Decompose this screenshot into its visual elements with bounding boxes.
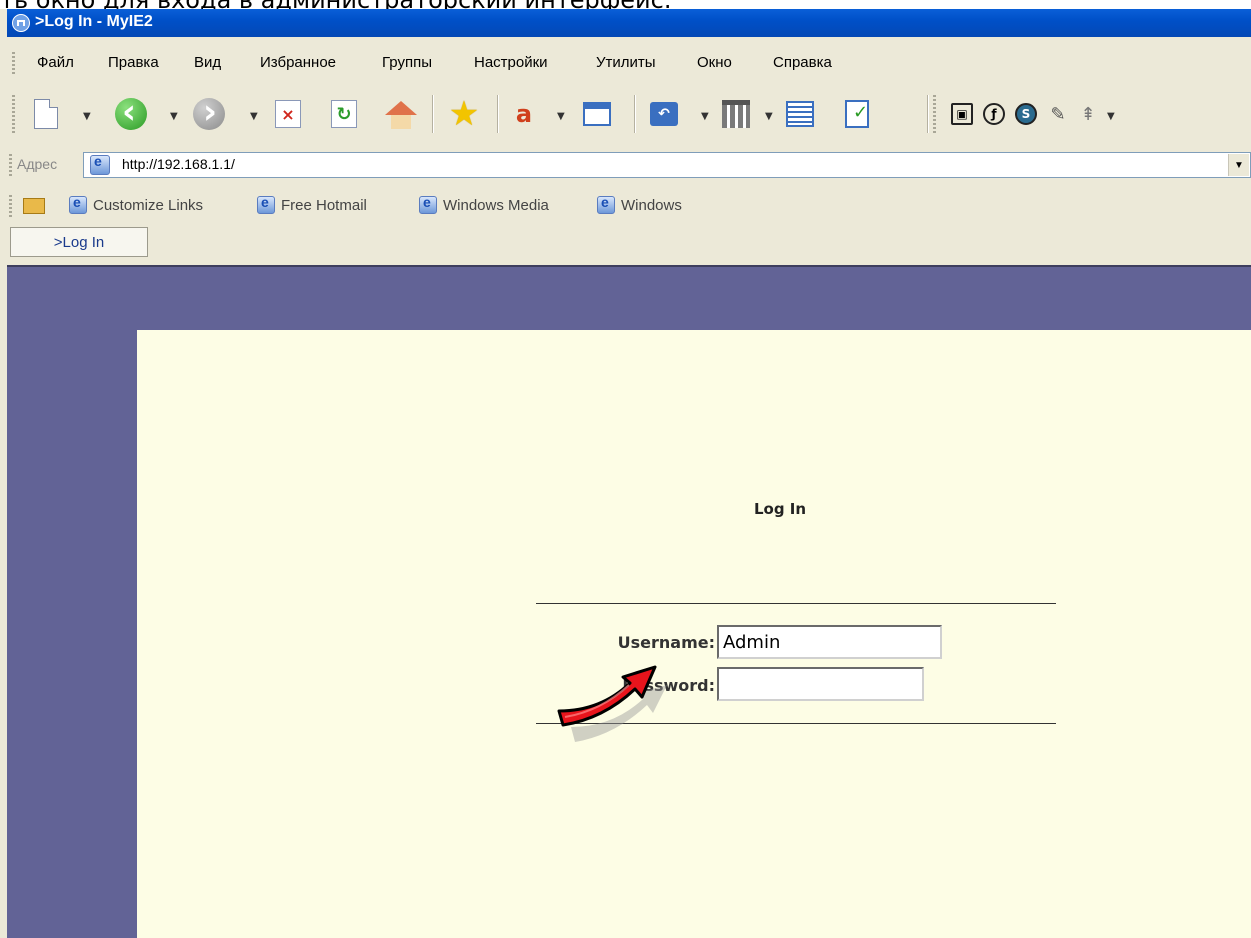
toolbar-separator (634, 95, 636, 133)
address-input[interactable]: http://192.168.1.1/ ▼ (83, 152, 1251, 178)
home-button[interactable] (384, 97, 418, 131)
list-button[interactable] (783, 97, 817, 131)
toolbar-separator (927, 95, 929, 133)
link-windows[interactable]: Windows (597, 194, 682, 214)
collapse-icon: ⇞ (1080, 103, 1096, 125)
chevron-down-icon: ▼ (1234, 159, 1244, 171)
tab-login[interactable]: >Log In (10, 227, 148, 257)
folder-icon[interactable] (23, 198, 45, 214)
menu-settings[interactable]: Настройки (474, 54, 548, 71)
collapse-button[interactable]: ⇞ (1071, 97, 1105, 131)
menu-edit[interactable]: Правка (108, 54, 159, 71)
menu-utilities[interactable]: Утилиты (596, 54, 656, 71)
screenshot-button[interactable]: ▣ (945, 97, 979, 131)
favorites-button[interactable]: ★ (447, 97, 481, 131)
ie-link-icon (597, 194, 615, 214)
address-dropdown-button[interactable]: ▼ (1228, 154, 1249, 176)
favorites-star-icon: ★ (448, 94, 480, 134)
menu-favorites[interactable]: Избранное (260, 54, 336, 71)
ie-link-icon (257, 194, 275, 214)
stop-button[interactable]: × (271, 97, 305, 131)
link-label: Free Hotmail (281, 196, 367, 214)
shockwave-icon: S (1015, 103, 1037, 125)
back-icon (115, 92, 147, 132)
links-grip-handle[interactable] (9, 195, 12, 217)
title-bar[interactable]: >Log In - MyIE2 (7, 9, 1251, 37)
address-value[interactable]: http://192.168.1.1/ (122, 156, 235, 172)
undo-close-icon: ↶ (650, 102, 678, 126)
ie-link-icon (69, 194, 87, 214)
tab-bar: >Log In (7, 227, 1251, 265)
address-bar: Адрес http://192.168.1.1/ ▼ (7, 149, 1251, 181)
toolbar2-grip-handle[interactable] (933, 95, 936, 133)
tools-dropdown-icon[interactable]: ▼ (765, 111, 773, 122)
toolbar-separator (497, 95, 499, 133)
undo-close-button[interactable]: ↶ (647, 97, 681, 131)
link-label: Windows Media (443, 196, 549, 214)
page-ie-icon (90, 153, 110, 175)
toolbar-separator (432, 95, 434, 133)
red-pointer-arrow-icon (557, 665, 667, 742)
browser-window: >Log In - MyIE2 Файл Правка Вид Избранно… (0, 9, 1251, 938)
new-page-icon (34, 99, 58, 129)
refresh-icon: ↻ (331, 100, 357, 128)
window-title: >Log In - MyIE2 (35, 13, 153, 30)
password-input[interactable] (717, 667, 924, 701)
font-size-icon: a (515, 100, 533, 128)
top-divider (536, 603, 1056, 604)
menu-file[interactable]: Файл (37, 54, 74, 71)
font-size-dropdown-icon[interactable]: ▼ (557, 111, 565, 122)
link-free-hotmail[interactable]: Free Hotmail (257, 194, 367, 214)
link-button[interactable]: ✎ (1041, 97, 1075, 131)
new-page-button[interactable] (29, 97, 63, 131)
page-content: Log In Username: Password: (7, 265, 1251, 938)
list-icon (786, 101, 814, 127)
menu-help[interactable]: Справка (773, 54, 832, 71)
links-bar: Customize Links Free Hotmail Windows Med… (7, 189, 1251, 223)
new-window-button[interactable] (580, 97, 614, 131)
link-label: Windows (621, 196, 682, 214)
screenshot-icon: ▣ (951, 103, 973, 125)
username-input[interactable] (717, 625, 942, 659)
undo-dropdown-icon[interactable]: ▼ (701, 111, 709, 122)
new-window-icon (583, 102, 611, 126)
tools-icon (722, 100, 750, 128)
back-dropdown-icon[interactable]: ▼ (170, 111, 178, 122)
forward-dropdown-icon[interactable]: ▼ (250, 111, 258, 122)
toolbar-grip-handle[interactable] (12, 95, 15, 133)
stop-icon: × (275, 100, 301, 128)
refresh-button[interactable]: ↻ (327, 97, 361, 131)
font-size-button[interactable]: a (507, 97, 541, 131)
ie-page-icon (90, 153, 110, 175)
forward-button[interactable] (192, 92, 226, 132)
flash-button[interactable]: ƒ (977, 97, 1011, 131)
address-grip-handle[interactable] (9, 154, 12, 176)
new-page-dropdown-icon[interactable]: ▼ (83, 111, 91, 122)
forward-icon (193, 92, 225, 132)
main-toolbar: ▼ ▼ ▼ × ↻ ★ a ▼ ↶ ▼ ▼ ▣ ƒ S ✎ ⇞ ▼ (7, 81, 1251, 145)
edit-button[interactable] (840, 97, 874, 131)
link-icon: ✎ (1050, 103, 1066, 125)
edit-icon (845, 100, 869, 128)
home-icon (385, 101, 417, 129)
menu-grip-handle[interactable] (12, 52, 15, 74)
ie-link-icon (419, 194, 437, 214)
myie2-app-icon[interactable] (12, 14, 30, 32)
toolbar-more-dropdown-icon[interactable]: ▼ (1107, 111, 1115, 122)
menu-view[interactable]: Вид (194, 54, 221, 71)
login-title: Log In (753, 500, 807, 518)
link-windows-media[interactable]: Windows Media (419, 194, 549, 214)
link-customize[interactable]: Customize Links (69, 194, 204, 214)
link-label: Customize Links (93, 196, 204, 214)
flash-icon: ƒ (983, 103, 1005, 125)
menu-window[interactable]: Окно (697, 54, 732, 71)
tools-button[interactable] (719, 97, 753, 131)
back-button[interactable] (114, 92, 148, 132)
shockwave-button[interactable]: S (1009, 97, 1043, 131)
menu-bar: Файл Правка Вид Избранное Группы Настрой… (7, 48, 1251, 78)
address-label: Адрес (17, 156, 58, 172)
menu-groups[interactable]: Группы (382, 54, 432, 71)
